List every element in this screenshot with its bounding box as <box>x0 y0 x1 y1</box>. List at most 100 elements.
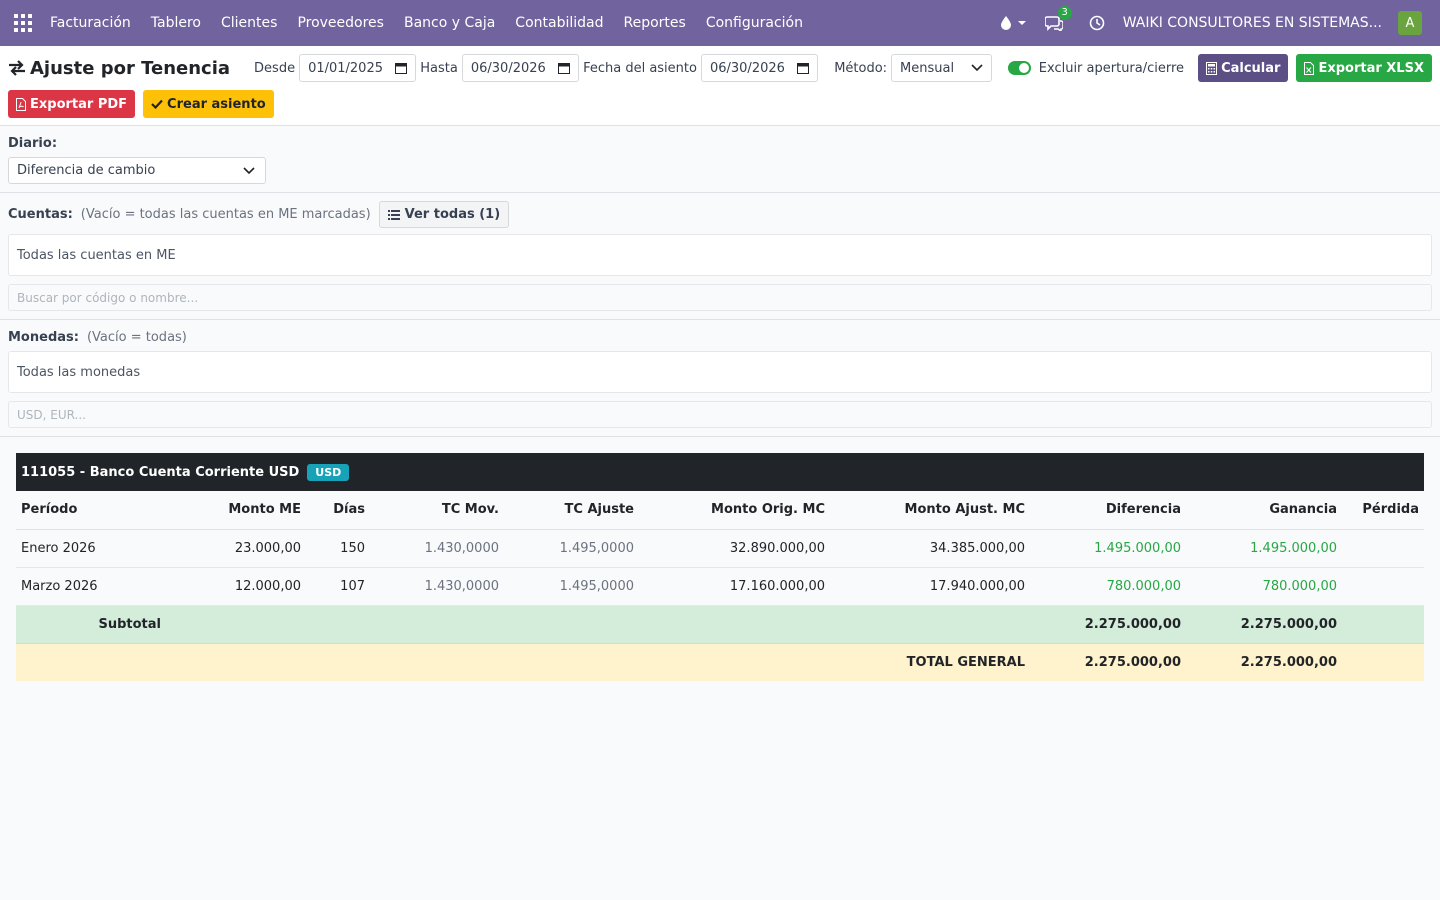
exportar-pdf-button[interactable]: Exportar PDF <box>8 90 136 118</box>
menu-contabilidad[interactable]: Contabilidad <box>515 15 603 31</box>
menu-tablero[interactable]: Tablero <box>151 15 201 31</box>
exportar-pdf-label: Exportar PDF <box>30 96 128 112</box>
diario-label: Diario: <box>8 136 58 151</box>
table-row: Enero 2026 23.000,00 150 1.430,0000 1.49… <box>16 529 1424 568</box>
cell-perdida <box>1342 567 1424 606</box>
menu-banco-caja[interactable]: Banco y Caja <box>404 15 495 31</box>
cell-tc-ajuste: 1.495,0000 <box>504 529 639 568</box>
top-navbar: Facturación Tablero Clientes Proveedores… <box>0 0 1440 46</box>
chat-badge: 3 <box>1057 6 1072 20</box>
col-dias: Días <box>306 491 370 530</box>
cuentas-box[interactable]: Todas las cuentas en ME <box>8 234 1432 276</box>
total-perdida <box>1342 643 1424 681</box>
table-row: Marzo 2026 12.000,00 107 1.430,0000 1.49… <box>16 567 1424 606</box>
subtotal-label: Subtotal <box>16 605 166 644</box>
monedas-search-placeholder: USD, EUR... <box>17 407 86 422</box>
cell-monto-ajust-mc: 34.385.000,00 <box>830 529 1030 568</box>
menu-clientes[interactable]: Clientes <box>221 15 277 31</box>
ver-todas-button[interactable]: Ver todas (1) <box>378 201 510 228</box>
desde-label: Desde <box>254 60 296 76</box>
crear-asiento-button[interactable]: Crear asiento <box>143 90 274 118</box>
cell-perdida <box>1342 529 1424 568</box>
exportar-xlsx-label: Exportar XLSX <box>1318 60 1424 76</box>
exportar-xlsx-button[interactable]: Exportar XLSX <box>1296 54 1432 82</box>
calendar-icon <box>395 63 408 74</box>
list-icon <box>387 209 400 220</box>
diario-select[interactable]: Diferencia de cambio <box>8 157 266 184</box>
total-diferencia: 2.275.000,00 <box>1030 643 1186 681</box>
report-table: Período Monto ME Días TC Mov. TC Ajuste … <box>16 491 1424 681</box>
cell-monto-me: 12.000,00 <box>166 567 306 606</box>
excluir-label: Excluir apertura/cierre <box>1038 60 1185 76</box>
calendar-icon <box>558 63 571 74</box>
calendar-icon <box>797 63 810 74</box>
apps-menu-icon[interactable] <box>0 0 46 46</box>
col-perdida: Pérdida <box>1342 491 1424 530</box>
cell-monto-me: 23.000,00 <box>166 529 306 568</box>
monedas-hint: (Vacío = todas) <box>86 330 187 345</box>
report-area: 111055 - Banco Cuenta Corriente USD USD … <box>0 437 1440 681</box>
user-avatar[interactable]: A <box>1398 11 1422 35</box>
page-title-text: Ajuste por Tenencia <box>30 57 231 79</box>
hasta-label: Hasta <box>420 60 458 76</box>
monedas-label: Monedas: <box>8 330 79 345</box>
account-name: 111055 - Banco Cuenta Corriente USD <box>21 464 300 480</box>
cell-monto-orig-mc: 17.160.000,00 <box>639 567 830 606</box>
cuentas-hint: (Vacío = todas las cuentas en ME marcada… <box>80 207 371 222</box>
company-switcher[interactable]: WAIKI CONSULTORES EN SISTEMAS... <box>1123 15 1382 31</box>
cell-tc-ajuste: 1.495,0000 <box>504 567 639 606</box>
hasta-date-value: 06/30/2026 <box>470 60 546 76</box>
crear-asiento-label: Crear asiento <box>167 96 266 112</box>
excluir-toggle[interactable] <box>1008 61 1031 75</box>
col-tc-ajuste: TC Ajuste <box>504 491 639 530</box>
subtotal-diferencia: 2.275.000,00 <box>1030 605 1186 644</box>
currency-badge: USD <box>307 463 350 481</box>
chevron-down-icon <box>243 166 255 174</box>
monedas-box[interactable]: Todas las monedas <box>8 351 1432 393</box>
cell-monto-ajust-mc: 17.940.000,00 <box>830 567 1030 606</box>
calculator-icon <box>1206 61 1218 75</box>
cuentas-box-text: Todas las cuentas en ME <box>17 247 176 263</box>
col-ganancia: Ganancia <box>1186 491 1342 530</box>
debug-drop-icon[interactable] <box>1000 16 1027 30</box>
control-panel: Ajuste por Tenencia Desde 01/01/2025 Has… <box>0 46 1440 126</box>
cell-ganancia: 1.495.000,00 <box>1186 529 1342 568</box>
menu-configuracion[interactable]: Configuración <box>706 15 803 31</box>
ver-todas-label: Ver todas (1) <box>404 207 501 222</box>
chat-icon[interactable]: 3 <box>1044 6 1072 31</box>
fecha-asiento-label: Fecha del asiento <box>583 60 697 76</box>
desde-date-input[interactable]: 01/01/2025 <box>299 54 417 82</box>
cell-diferencia: 1.495.000,00 <box>1030 529 1186 568</box>
metodo-label: Método: <box>834 60 888 76</box>
col-periodo: Período <box>16 491 166 530</box>
metodo-select[interactable]: Mensual <box>891 54 992 82</box>
monedas-search-input[interactable]: USD, EUR... <box>8 401 1432 428</box>
metodo-value: Mensual <box>900 60 955 76</box>
table-header-row: Período Monto ME Días TC Mov. TC Ajuste … <box>16 491 1424 530</box>
cell-ganancia: 780.000,00 <box>1186 567 1342 606</box>
menu-reportes[interactable]: Reportes <box>624 15 686 31</box>
calcular-label: Calcular <box>1221 60 1281 76</box>
total-label: TOTAL GENERAL <box>830 643 1030 681</box>
clock-icon[interactable] <box>1089 15 1105 31</box>
total-row: TOTAL GENERAL 2.275.000,00 2.275.000,00 <box>16 643 1424 681</box>
cell-dias: 150 <box>306 529 370 568</box>
app-brand[interactable]: Facturación <box>50 15 131 31</box>
cell-periodo: Enero 2026 <box>16 529 166 568</box>
fecha-asiento-input[interactable]: 06/30/2026 <box>700 54 819 82</box>
cuentas-label: Cuentas: <box>8 207 73 222</box>
hasta-date-input[interactable]: 06/30/2026 <box>461 54 580 82</box>
exchange-icon <box>9 60 25 76</box>
col-diferencia: Diferencia <box>1030 491 1186 530</box>
cuentas-search-input[interactable]: Buscar por código o nombre... <box>8 284 1432 311</box>
menu-proveedores[interactable]: Proveedores <box>297 15 384 31</box>
cuentas-search-placeholder: Buscar por código o nombre... <box>17 290 199 305</box>
total-ganancia: 2.275.000,00 <box>1186 643 1342 681</box>
file-pdf-icon <box>16 97 26 111</box>
cell-tc-mov: 1.430,0000 <box>370 529 504 568</box>
col-monto-ajust-mc: Monto Ajust. MC <box>830 491 1030 530</box>
diario-section: Diario: Diferencia de cambio <box>0 126 1440 193</box>
check-icon <box>151 99 163 109</box>
cell-periodo: Marzo 2026 <box>16 567 166 606</box>
calcular-button[interactable]: Calcular <box>1198 54 1289 82</box>
